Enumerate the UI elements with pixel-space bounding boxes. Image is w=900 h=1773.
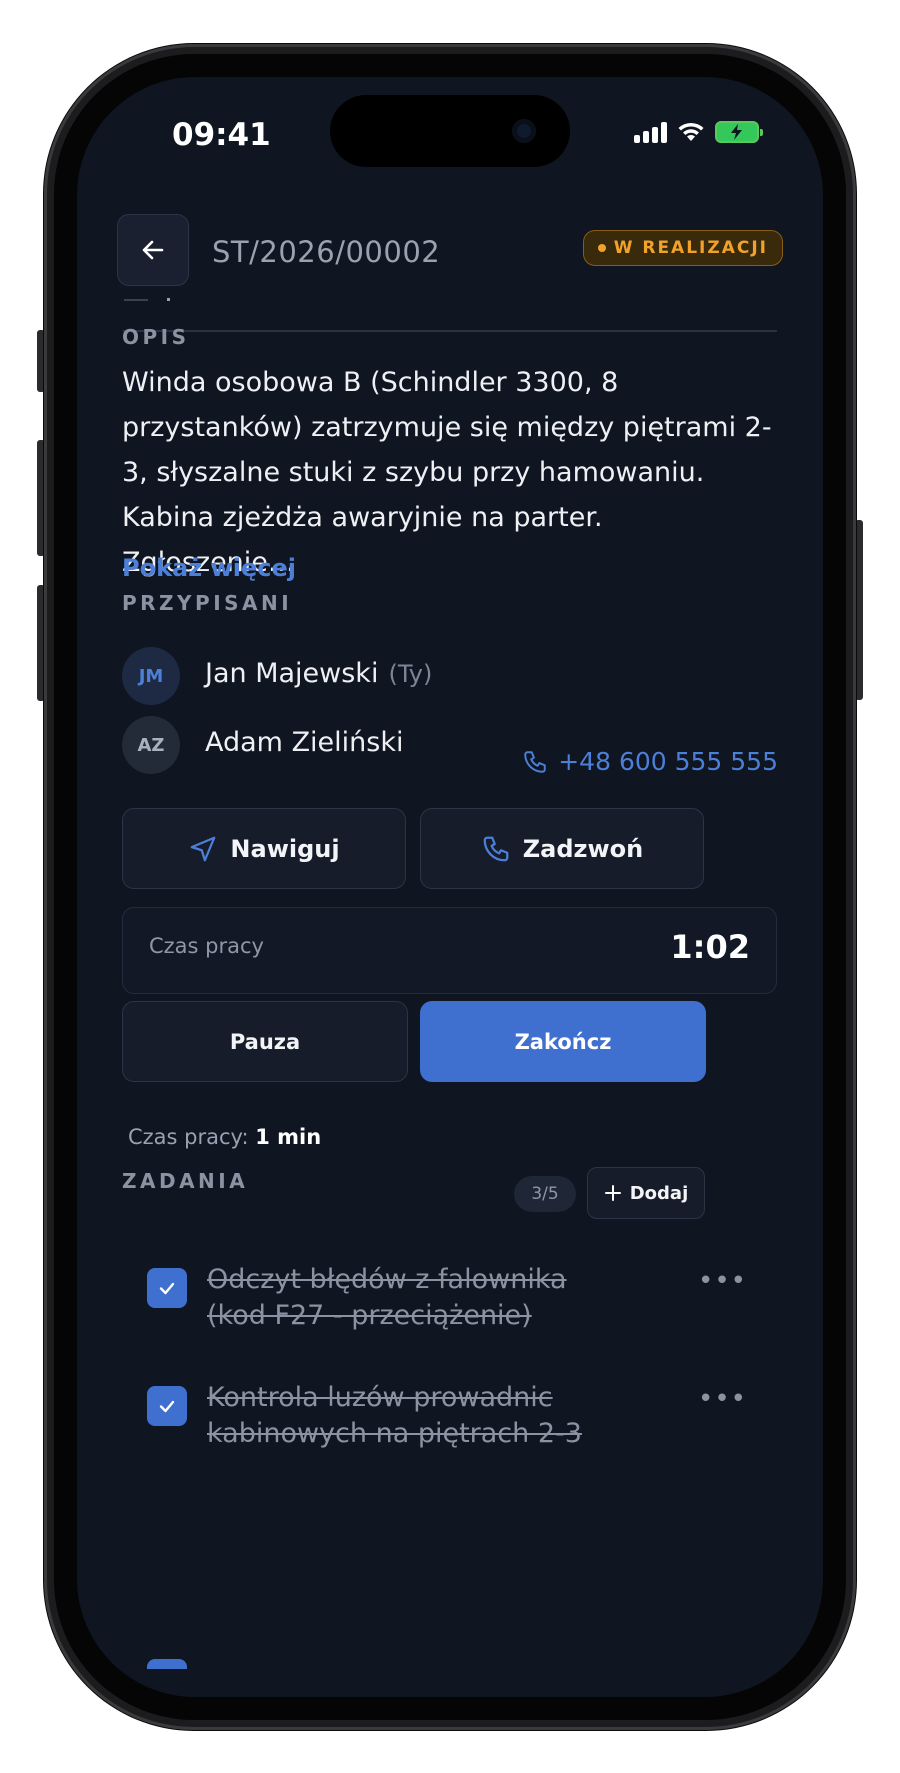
assignee-you-label: (Ty) (388, 660, 433, 688)
section-label-opis: OPIS (122, 325, 190, 349)
checkmark-icon (159, 1282, 175, 1295)
call-button[interactable]: Zadzwoń (420, 808, 704, 889)
navigate-button-label: Nawiguj (230, 834, 340, 863)
task-checkbox[interactable] (147, 1268, 187, 1308)
finish-button[interactable]: Zakończ (420, 1001, 706, 1082)
arrow-left-icon (142, 240, 164, 260)
phone-icon (481, 834, 511, 864)
add-task-button[interactable]: Dodaj (587, 1167, 705, 1219)
work-timer: Czas pracy 1:02 (122, 907, 777, 994)
section-label-zadania: ZADANIA (122, 1169, 249, 1193)
status-time: 09:41 (172, 117, 271, 153)
avatar: AZ (122, 716, 180, 774)
battery-charging-icon (715, 121, 763, 143)
divider (123, 330, 777, 332)
assignee-name: Adam Zieliński (205, 727, 404, 758)
camera-icon (512, 119, 536, 143)
task-count-badge: 3/5 (514, 1176, 576, 1212)
assignee-name: Jan Majewski (Ty) (205, 658, 432, 689)
worktime-summary: Czas pracy: 1 min (128, 1125, 321, 1149)
add-task-label: Dodaj (629, 1182, 689, 1204)
task-checkbox[interactable] (147, 1386, 187, 1426)
more-options-icon[interactable]: ••• (698, 1266, 747, 1296)
scrolled-content-edge (124, 299, 148, 301)
call-button-label: Zadzwoń (522, 834, 644, 863)
pause-button[interactable]: Pauza (122, 1001, 408, 1082)
worktime-value: 1 min (255, 1125, 322, 1149)
cellular-signal-icon (634, 121, 667, 143)
navigate-button[interactable]: Nawiguj (122, 808, 406, 889)
description-text: Winda osobowa B (Schindler 3300, 8 przys… (122, 367, 772, 578)
checkmark-icon (159, 1400, 175, 1413)
status-dot (597, 244, 606, 252)
task-text: Kontrola luzów prowadnic kabinowych na p… (207, 1382, 582, 1449)
pause-button-label: Pauza (229, 1029, 301, 1054)
worktime-label: Czas pracy: (128, 1125, 249, 1149)
wifi-icon (678, 122, 704, 141)
status-icons (634, 121, 763, 143)
task-text: Odczyt błędów z falownika (kod F27 - prz… (207, 1264, 567, 1331)
timer-label: Czas pracy (149, 934, 264, 958)
show-more-link[interactable]: Pokaż więcej (122, 554, 296, 582)
phone-icon (524, 750, 546, 773)
power-button (855, 520, 863, 700)
next-task-checkbox[interactable] (147, 1659, 187, 1669)
section-label-przypisani: PRZYPISANI (122, 591, 293, 615)
order-code: ST/2026/00002 (212, 235, 441, 269)
avatar: JM (122, 647, 180, 705)
more-options-icon[interactable]: ••• (698, 1384, 747, 1414)
back-button[interactable] (117, 214, 189, 286)
plus-icon (604, 1184, 622, 1202)
app-screen: 09:41 ST/2026/00002 W REALIZACJI OPIS Wi… (77, 77, 823, 1697)
dynamic-island (330, 95, 570, 167)
assignee-name-text: Jan Majewski (205, 658, 379, 689)
status-badge: W REALIZACJI (582, 230, 783, 266)
navigation-arrow-icon (188, 834, 218, 864)
timer-value: 1:02 (670, 928, 750, 966)
scrolled-content-edge (167, 298, 170, 301)
status-badge-label: W REALIZACJI (613, 238, 768, 258)
phone-link[interactable]: +48 600 555 555 (522, 747, 778, 776)
phone-number: +48 600 555 555 (558, 747, 778, 776)
finish-button-label: Zakończ (514, 1029, 612, 1054)
